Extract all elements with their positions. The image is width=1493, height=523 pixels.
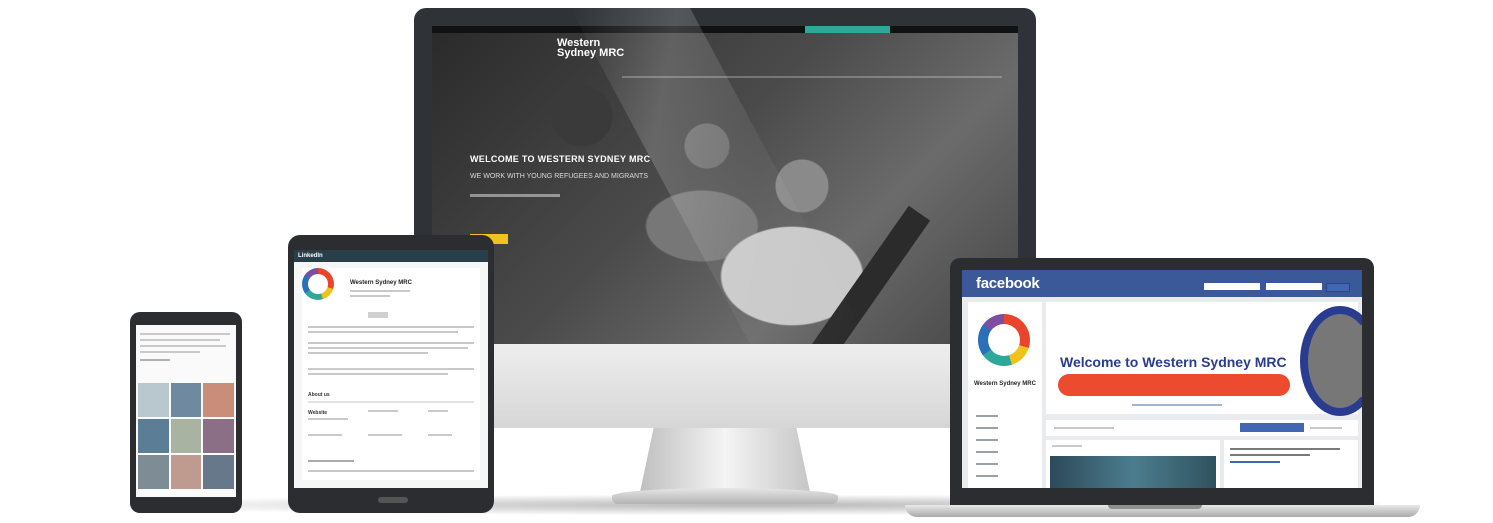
hero-text-line: [470, 194, 560, 197]
divider: [308, 401, 474, 403]
detail-label: [368, 410, 398, 412]
detail-label: [428, 434, 452, 436]
rating-stars: [1230, 461, 1280, 463]
sidebar-nav-item[interactable]: [976, 475, 998, 477]
tablet-screen: LinkedIn Western Sydney MRC About us Web…: [294, 250, 488, 488]
company-logo[interactable]: [302, 268, 334, 300]
cover-welcome-heading: Welcome to Western Sydney MRC: [1060, 354, 1287, 370]
monitor-stand-base: [612, 488, 838, 504]
facebook-logo[interactable]: facebook: [976, 275, 1040, 292]
grid-photo[interactable]: [138, 383, 169, 417]
about-line: [308, 347, 468, 349]
post-text-line: [140, 333, 230, 335]
hero-title: WELCOME TO WESTERN SYDNEY MRC: [470, 154, 651, 164]
sidebar-nav-item[interactable]: [976, 427, 998, 429]
post-text-line: [140, 339, 220, 341]
like-button[interactable]: [1054, 427, 1114, 429]
company-tagline: [350, 290, 410, 292]
grid-photo[interactable]: [170, 383, 202, 417]
send-message-button[interactable]: [1240, 423, 1304, 432]
sidebar-nav-item[interactable]: [976, 415, 998, 417]
login-button[interactable]: [1326, 283, 1350, 292]
sidebar-nav-item[interactable]: [976, 463, 998, 465]
email-field[interactable]: [1204, 283, 1260, 290]
website-topbar: [432, 26, 1018, 33]
about-line: [308, 326, 474, 328]
grid-photo[interactable]: [138, 419, 169, 453]
detail-label: [428, 410, 448, 412]
grid-photo[interactable]: [203, 455, 234, 489]
page-profile-picture[interactable]: [978, 314, 1030, 366]
grid-photo[interactable]: [203, 383, 234, 417]
laptop-notch: [1108, 505, 1202, 509]
section-header: [308, 460, 354, 462]
linkedin-app-bar: LinkedIn: [294, 250, 488, 262]
info-title: [1230, 448, 1340, 450]
phone-screen: [136, 325, 236, 497]
about-line: [308, 373, 448, 375]
password-field[interactable]: [1266, 283, 1322, 290]
company-location: [350, 295, 390, 297]
grid-photo[interactable]: [203, 419, 234, 453]
detail-label: [308, 434, 342, 436]
detail-label: [368, 434, 402, 436]
grid-photo[interactable]: [170, 419, 202, 453]
about-line: [308, 368, 474, 370]
section-about: About us: [308, 392, 330, 398]
more-options-button[interactable]: [1310, 427, 1342, 429]
info-title: [1230, 454, 1310, 456]
detail-value: [308, 418, 348, 420]
tablet-home-button[interactable]: [378, 497, 408, 503]
company-name[interactable]: Western Sydney MRC: [350, 280, 412, 286]
topbar-donate-button[interactable]: [805, 26, 890, 33]
photo-grid: [138, 383, 234, 489]
cover-red-banner: [1058, 374, 1290, 396]
section-details: Website: [308, 410, 328, 416]
laptop-screen: facebook Western Sydney MRC Welcome to W…: [962, 270, 1362, 488]
grid-photo[interactable]: [138, 455, 169, 489]
post-text-line: [140, 351, 200, 353]
sidebar-nav-item[interactable]: [976, 439, 998, 441]
follow-button[interactable]: [368, 312, 388, 318]
grid-photo[interactable]: [170, 455, 202, 489]
post-header: [1052, 445, 1082, 447]
about-line: [308, 352, 428, 354]
sidebar-nav-item[interactable]: [976, 451, 998, 453]
hero-subtitle: WE WORK WITH YOUNG REFUGEES AND MIGRANTS: [470, 173, 648, 180]
about-line: [308, 331, 458, 333]
page-name[interactable]: Western Sydney MRC: [974, 380, 1036, 388]
company-card: Western Sydney MRC About us Website: [302, 268, 480, 480]
post-text-line: [140, 345, 226, 347]
post-link[interactable]: [140, 359, 170, 361]
cover-caption: [1132, 404, 1222, 406]
about-line: [308, 342, 474, 344]
post-image[interactable]: [1050, 456, 1216, 488]
monitor-stand-neck: [640, 428, 810, 492]
monitor-chin: [414, 344, 1036, 428]
about-line: [308, 470, 474, 472]
